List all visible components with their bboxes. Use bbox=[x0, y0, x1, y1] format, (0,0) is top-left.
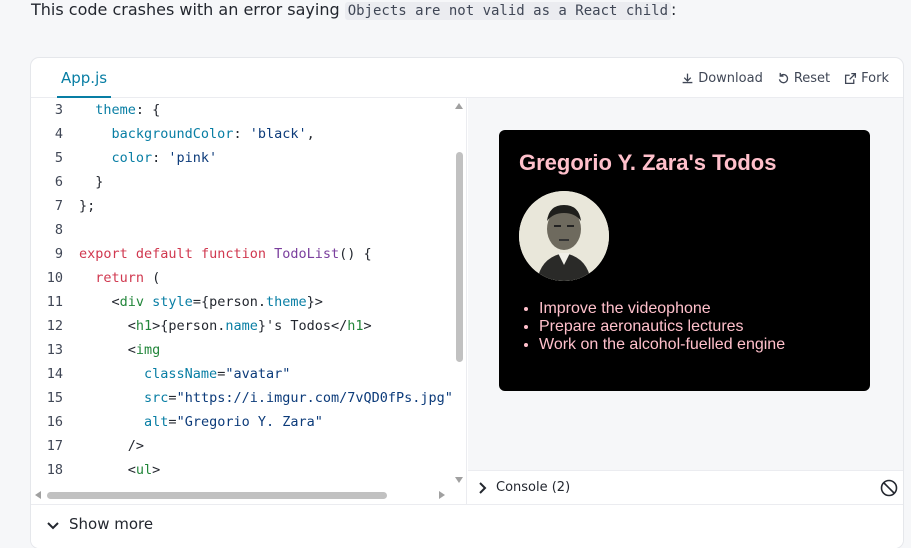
code-line[interactable]: 11 <div style={person.theme}> bbox=[31, 290, 451, 314]
code-line[interactable]: 8 bbox=[31, 218, 451, 242]
code-text: <h1>{person.name}'s Todos</h1> bbox=[79, 318, 372, 334]
intro-text: This code crashes with an error saying O… bbox=[31, 0, 676, 22]
scroll-right-arrow[interactable] bbox=[439, 491, 445, 499]
line-number: 13 bbox=[46, 342, 63, 358]
code-text: backgroundColor: 'black', bbox=[111, 126, 315, 142]
line-number: 15 bbox=[46, 390, 63, 406]
fork-button[interactable]: Fork bbox=[844, 71, 889, 86]
code-line[interactable]: 18 <ul> bbox=[31, 458, 451, 482]
line-number: 3 bbox=[54, 102, 63, 118]
line-number: 11 bbox=[46, 294, 63, 310]
horizontal-scroll-thumb[interactable] bbox=[47, 492, 387, 499]
reset-label: Reset bbox=[793, 70, 831, 86]
intro-label: This code crashes with an error saying bbox=[31, 0, 340, 19]
tab-app-js[interactable]: App.js bbox=[57, 58, 112, 98]
line-number: 7 bbox=[54, 198, 63, 214]
line-number: 9 bbox=[54, 246, 63, 262]
code-line[interactable]: 14 className="avatar" bbox=[31, 362, 451, 386]
code-text: export default function TodoList() { bbox=[79, 246, 372, 262]
scroll-left-arrow[interactable] bbox=[35, 491, 41, 499]
line-number: 17 bbox=[46, 438, 63, 454]
intro-suffix: : bbox=[671, 0, 677, 19]
line-number: 10 bbox=[46, 270, 63, 286]
code-text: src="https://i.imgur.com/7vQD0fPs.jpg" bbox=[144, 390, 453, 406]
code-text: <ul> bbox=[79, 462, 161, 478]
code-text: alt="Gregorio Y. Zara" bbox=[144, 414, 323, 430]
code-line[interactable]: 7}; bbox=[31, 194, 451, 218]
show-more-label: Show more bbox=[69, 515, 154, 533]
code-line[interactable]: 17 /> bbox=[31, 434, 451, 458]
code-text: return ( bbox=[95, 270, 161, 286]
code-line[interactable]: 15 src="https://i.imgur.com/7vQD0fPs.jpg… bbox=[31, 386, 453, 410]
code-line[interactable]: 16 alt="Gregorio Y. Zara" bbox=[31, 410, 451, 434]
fork-label: Fork bbox=[861, 70, 889, 86]
vertical-scrollbar[interactable] bbox=[453, 98, 465, 488]
console-bar[interactable]: Console (2) bbox=[468, 470, 903, 504]
error-code: Objects are not valid as a React child bbox=[344, 2, 671, 20]
sandbox-toolbar: App.js Download Reset Fork bbox=[31, 58, 903, 98]
download-label: Download bbox=[698, 70, 763, 86]
external-link-icon bbox=[845, 72, 857, 84]
todo-item: Improve the videophone bbox=[539, 300, 785, 318]
horizontal-scrollbar[interactable] bbox=[31, 488, 453, 502]
scroll-up-arrow[interactable] bbox=[455, 103, 463, 109]
code-line[interactable]: 4 backgroundColor: 'black', bbox=[31, 122, 451, 146]
code-line[interactable]: 13 <img bbox=[31, 338, 451, 362]
code-text: /> bbox=[79, 438, 145, 454]
line-number: 4 bbox=[54, 126, 63, 142]
show-more-button[interactable]: Show more bbox=[31, 504, 903, 548]
code-line[interactable]: 9 export default function TodoList() { bbox=[31, 242, 451, 266]
code-line[interactable]: 5 color: 'pink' bbox=[31, 146, 451, 170]
code-text: } bbox=[79, 174, 104, 190]
code-text: <div style={person.theme}> bbox=[79, 294, 323, 310]
code-text: theme: { bbox=[95, 102, 161, 118]
code-text: <img bbox=[79, 342, 161, 358]
console-label: Console (2) bbox=[496, 480, 571, 495]
download-button[interactable]: Download bbox=[681, 71, 763, 86]
reset-button[interactable]: Reset bbox=[777, 71, 830, 86]
todo-card: Gregorio Y. Zara's Todos Improve the vid… bbox=[499, 130, 870, 391]
code-sandbox: App.js Download Reset Fork 3 theme: {4 b… bbox=[31, 58, 903, 548]
chevron-down-icon bbox=[47, 522, 59, 530]
line-number: 5 bbox=[54, 150, 63, 166]
code-line[interactable]: 10 return ( bbox=[31, 266, 451, 290]
code-line[interactable]: 12 <h1>{person.name}'s Todos</h1> bbox=[31, 314, 451, 338]
todo-list: Improve the videophonePrepare aeronautic… bbox=[539, 300, 785, 354]
chevron-right-icon bbox=[479, 482, 487, 494]
line-number: 18 bbox=[46, 462, 63, 478]
line-number: 12 bbox=[46, 318, 63, 334]
todo-item: Prepare aeronautics lectures bbox=[539, 318, 785, 336]
clear-console-icon[interactable] bbox=[880, 479, 898, 497]
code-editor[interactable]: 3 theme: {4 backgroundColor: 'black', 5 c… bbox=[31, 98, 467, 504]
code-line[interactable]: 6 } bbox=[31, 170, 451, 194]
code-text: color: 'pink' bbox=[111, 150, 218, 166]
preview-pane: Gregorio Y. Zara's Todos Improve the vid… bbox=[468, 98, 903, 470]
scroll-down-arrow[interactable] bbox=[455, 477, 463, 483]
code-line[interactable]: 3 theme: { bbox=[31, 98, 451, 122]
reset-icon bbox=[778, 72, 788, 83]
line-number: 16 bbox=[46, 414, 63, 430]
line-number: 8 bbox=[54, 222, 63, 238]
card-heading: Gregorio Y. Zara's Todos bbox=[519, 150, 777, 175]
vertical-scroll-thumb[interactable] bbox=[456, 152, 463, 362]
code-text: }; bbox=[79, 198, 96, 214]
line-number: 6 bbox=[54, 174, 63, 190]
line-number: 14 bbox=[46, 366, 63, 382]
todo-item: Work on the alcohol-fuelled engine bbox=[539, 336, 785, 354]
download-icon bbox=[682, 73, 693, 83]
avatar bbox=[519, 191, 609, 281]
code-text: className="avatar" bbox=[144, 366, 291, 382]
sandbox-actions: Download Reset Fork bbox=[681, 58, 889, 98]
